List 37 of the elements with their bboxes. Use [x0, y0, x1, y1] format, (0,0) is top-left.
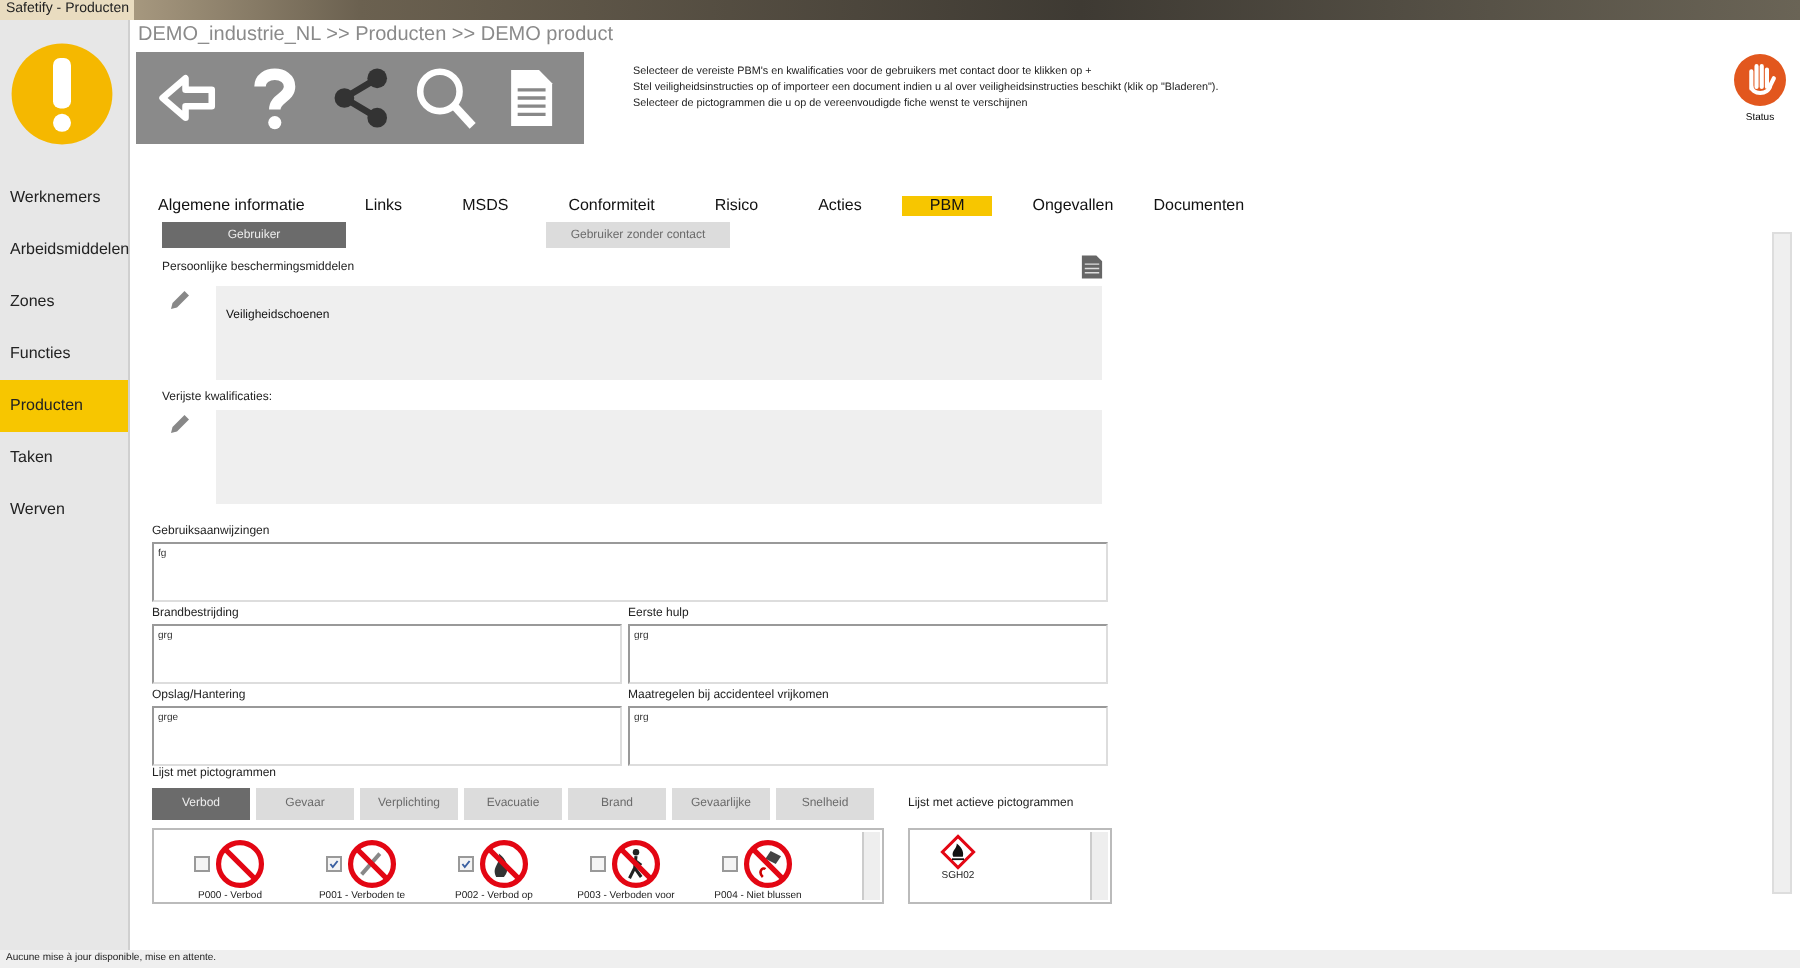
tab[interactable]: Ongevallen [1032, 196, 1114, 216]
checkbox[interactable] [326, 856, 342, 872]
checkbox[interactable] [722, 856, 738, 872]
sidebar-item[interactable]: Werven [0, 484, 128, 536]
hand-stop-icon[interactable] [1734, 54, 1786, 106]
scrollbar[interactable] [1090, 832, 1108, 900]
breadcrumb: DEMO_industrie_NL >> Producten >> DEMO product [136, 22, 614, 50]
sidebar-item[interactable]: Functies [0, 328, 128, 380]
warning-logo-icon [8, 40, 116, 148]
checkbox[interactable] [194, 856, 210, 872]
prohibition-sign-icon [346, 838, 398, 890]
pencil-icon[interactable] [168, 412, 192, 436]
sidebar-item[interactable]: Taken [0, 432, 128, 484]
sidebar-item[interactable]: Werknemers [0, 172, 128, 224]
prohibition-sign-icon [610, 838, 662, 890]
pencil-icon[interactable] [168, 288, 192, 312]
prohibition-sign-icon [214, 838, 266, 890]
tab[interactable]: Risico [714, 196, 759, 216]
tab[interactable]: Conformiteit [568, 196, 655, 216]
tab[interactable]: Documenten [1153, 196, 1245, 216]
scrollbar[interactable] [1772, 232, 1792, 894]
prohibition-sign-icon [742, 838, 794, 890]
tab[interactable]: Links [364, 196, 403, 216]
sidebar-item[interactable]: Producten [0, 380, 128, 432]
sidebar-item[interactable]: Zones [0, 276, 128, 328]
sidebar-item[interactable]: Arbeidsmiddelen [0, 224, 128, 276]
tab[interactable]: PBM [901, 196, 993, 216]
search-icon[interactable] [412, 64, 479, 132]
tab[interactable]: MSDS [462, 196, 509, 216]
tab[interactable]: Algemene informatie [158, 196, 305, 216]
flame-hazard-icon [940, 834, 976, 870]
checkbox[interactable] [590, 856, 606, 872]
scrollbar[interactable] [862, 832, 880, 900]
tab[interactable]: Acties [818, 196, 862, 216]
prohibition-sign-icon [478, 838, 530, 890]
checkbox[interactable] [458, 856, 474, 872]
document-icon[interactable] [1080, 254, 1104, 280]
